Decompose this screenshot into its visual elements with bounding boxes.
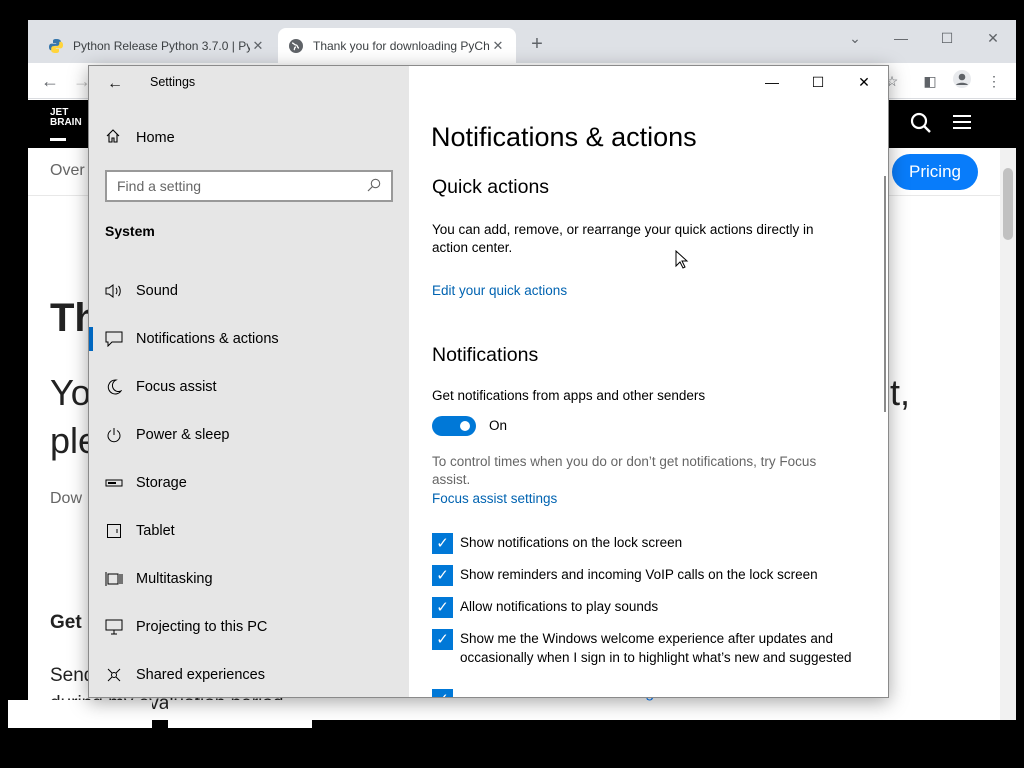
tab-title: Python Release Python 3.7.0 | Pyt xyxy=(73,38,250,53)
back-arrow-icon[interactable]: ← xyxy=(103,72,127,96)
nav-item-focus-assist[interactable]: Focus assist xyxy=(89,367,409,407)
checkbox-label: Allow notifications to play sounds xyxy=(460,599,659,614)
globe-icon xyxy=(288,38,304,54)
page-subheading-1: Yo xyxy=(50,372,91,413)
pricing-button[interactable]: Pricing xyxy=(892,154,978,190)
nav-item-sound[interactable]: Sound xyxy=(89,271,409,311)
minimize-icon[interactable]: — xyxy=(749,66,795,98)
python-icon xyxy=(48,38,64,54)
quick-actions-heading: Quick actions xyxy=(432,176,550,198)
home-icon xyxy=(105,128,121,148)
close-tab-icon[interactable]: ✕ xyxy=(250,38,266,54)
settings-sidebar: ← Settings Home Find a setting System So… xyxy=(89,66,409,697)
checkbox-reminders-voip[interactable]: ✓ xyxy=(432,565,453,586)
multitasking-icon xyxy=(105,571,123,587)
scrollbar-thumb[interactable] xyxy=(1003,168,1013,240)
page-scrollbar[interactable] xyxy=(1000,148,1016,720)
overview-link[interactable]: Over xyxy=(50,162,85,180)
nav-item-label: Tablet xyxy=(136,523,175,539)
checkbox-label: Show notifications on the lock screen xyxy=(460,535,683,550)
close-tab-icon[interactable]: ✕ xyxy=(490,38,506,54)
maximize-icon[interactable]: ☐ xyxy=(795,66,841,98)
close-icon[interactable]: ✕ xyxy=(841,66,887,98)
side-panel-icon[interactable]: ◧ xyxy=(918,69,942,93)
home-label: Home xyxy=(136,130,175,146)
storage-icon xyxy=(105,478,123,488)
notifications-heading: Notifications xyxy=(432,344,539,366)
notifications-toggle-label: Get notifications from apps and other se… xyxy=(432,388,706,403)
settings-content: — ☐ ✕ Notifications & actions Quick acti… xyxy=(409,66,888,697)
nav-item-label: Power & sleep xyxy=(136,427,230,443)
nav-item-power-sleep[interactable]: Power & sleep xyxy=(89,415,409,455)
tablet-icon xyxy=(105,523,123,539)
new-tab-icon[interactable]: + xyxy=(526,34,548,56)
nav-item-label: Focus assist xyxy=(136,379,217,395)
menu-icon[interactable]: ⋮ xyxy=(982,69,1006,93)
checkbox-tips[interactable]: ✓ xyxy=(432,689,453,697)
tab-title: Thank you for downloading PyCh xyxy=(313,38,490,53)
checkbox-label: Show me the Windows welcome experience a… xyxy=(460,631,852,665)
tab-thank-you[interactable]: Thank you for downloading PyCh ✕ xyxy=(278,28,516,63)
nav-item-label: Shared experiences xyxy=(136,667,265,683)
window-title: Settings xyxy=(150,75,196,89)
nav-item-label: Sound xyxy=(136,283,178,299)
settings-window: ← Settings Home Find a setting System So… xyxy=(88,65,889,698)
shared-icon xyxy=(105,667,123,683)
power-icon xyxy=(105,427,123,443)
back-icon[interactable]: ← xyxy=(38,69,62,93)
page-subheading-end: t, xyxy=(890,372,911,413)
moon-icon xyxy=(105,379,123,395)
search-placeholder: Find a setting xyxy=(117,178,202,194)
nav-item-notifications[interactable]: Notifications & actions xyxy=(89,319,409,359)
nav-item-projecting[interactable]: Projecting to this PC xyxy=(89,607,409,647)
page-title: Notifications & actions xyxy=(431,122,697,152)
minimize-icon[interactable]: — xyxy=(886,26,916,50)
focus-assist-settings-link[interactable]: Focus assist settings xyxy=(432,491,557,506)
taskbar-item[interactable] xyxy=(8,700,152,728)
search-icon xyxy=(367,178,381,195)
notifications-toggle[interactable] xyxy=(432,416,476,436)
tab-search-icon[interactable]: ⌄ xyxy=(840,26,870,50)
tab-python-release[interactable]: Python Release Python 3.7.0 | Pyt ✕ xyxy=(38,28,276,63)
download-text: Dow xyxy=(50,490,83,507)
checkbox-label: Show reminders and incoming VoIP calls o… xyxy=(460,567,818,582)
checkbox-welcome-experience[interactable]: ✓ xyxy=(432,629,453,650)
checkbox-play-sounds[interactable]: ✓ xyxy=(432,597,453,618)
jetbrains-logo[interactable]: JET BRAIN xyxy=(50,104,86,144)
profile-icon[interactable] xyxy=(950,69,974,93)
nav-item-shared-experiences[interactable]: Shared experiences xyxy=(89,655,409,695)
nav-item-label: Storage xyxy=(136,475,187,491)
checkbox-lock-screen[interactable]: ✓ xyxy=(432,533,453,554)
nav-item-storage[interactable]: Storage xyxy=(89,463,409,503)
nav-item-label: Projecting to this PC xyxy=(136,619,268,635)
focus-assist-hint: To control times when you do or don’t ge… xyxy=(432,454,817,487)
nav-item-label: Notifications & actions xyxy=(136,331,279,347)
nav-item-label: Multitasking xyxy=(136,571,213,587)
nav-item-multitasking[interactable]: Multitasking xyxy=(89,559,409,599)
content-scrollbar[interactable] xyxy=(884,176,886,412)
quick-actions-description: You can add, remove, or rearrange your q… xyxy=(432,222,814,255)
message-icon xyxy=(105,331,123,347)
home-nav-item[interactable]: Home xyxy=(105,128,175,148)
nav-item-tablet[interactable]: Tablet xyxy=(89,511,409,551)
maximize-icon[interactable]: ☐ xyxy=(932,26,962,50)
logo-text-2: BRAIN xyxy=(50,117,82,128)
hamburger-icon[interactable] xyxy=(952,112,972,138)
get-heading: Get xyxy=(50,612,82,633)
category-heading: System xyxy=(105,223,155,239)
speaker-icon xyxy=(105,283,123,299)
close-icon[interactable]: ✕ xyxy=(978,26,1008,50)
taskbar-item[interactable] xyxy=(168,700,312,728)
tab-strip: Python Release Python 3.7.0 | Pyt ✕ Than… xyxy=(28,20,1016,63)
projector-icon xyxy=(105,619,123,635)
mouse-cursor-icon xyxy=(675,250,689,269)
search-input[interactable]: Find a setting xyxy=(105,170,393,202)
toggle-state-label: On xyxy=(489,418,508,433)
search-icon[interactable] xyxy=(910,112,932,140)
edit-quick-actions-link[interactable]: Edit your quick actions xyxy=(432,283,567,298)
